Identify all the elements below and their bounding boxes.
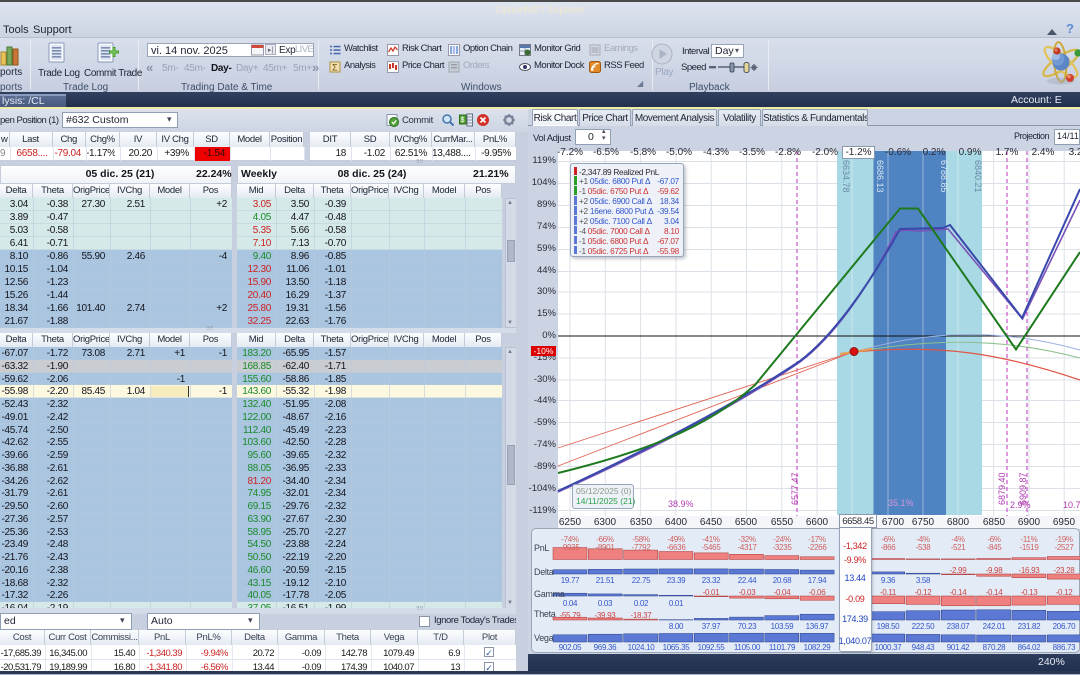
svg-text:6788.85: 6788.85	[939, 160, 949, 193]
svg-text:6686.13: 6686.13	[875, 160, 885, 193]
svg-text:$: $	[461, 117, 465, 124]
svg-text:6634.78: 6634.78	[841, 160, 851, 193]
svg-text:6840.21: 6840.21	[973, 160, 983, 193]
svg-text:Σ: Σ	[332, 63, 338, 73]
